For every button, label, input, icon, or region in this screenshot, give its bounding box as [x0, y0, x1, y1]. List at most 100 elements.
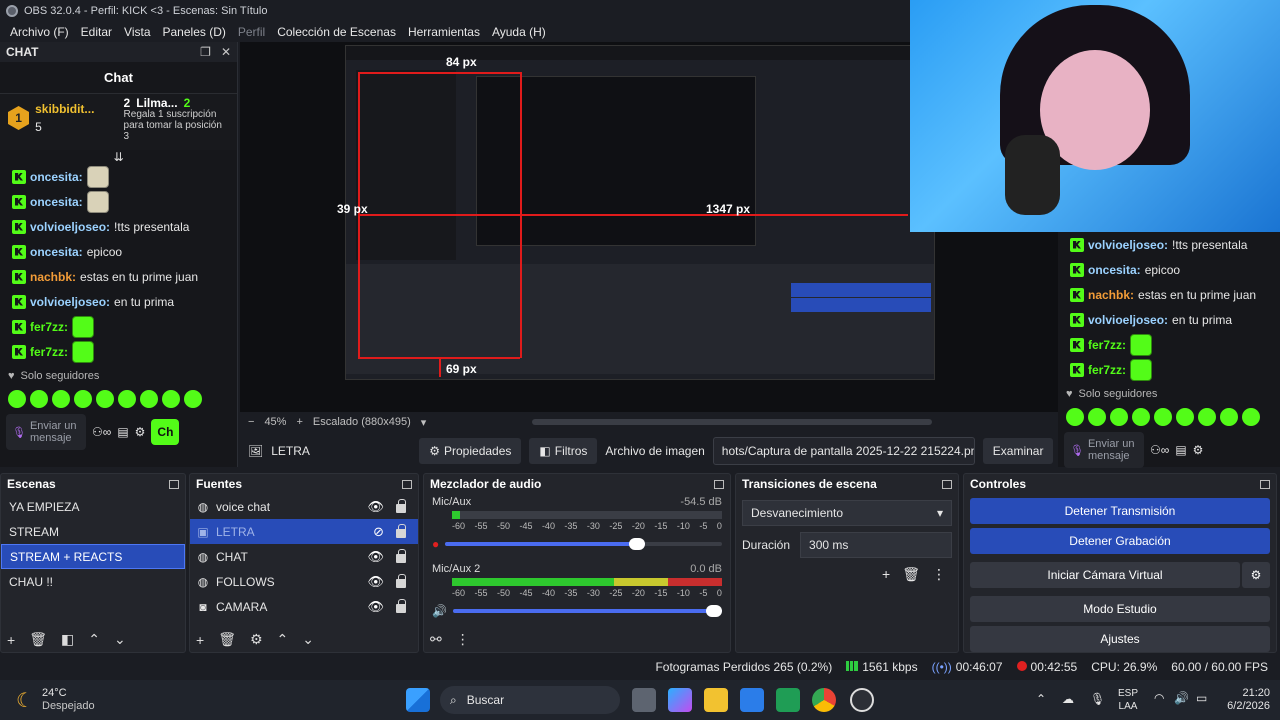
- emote-icon[interactable]: [184, 390, 202, 408]
- emote-icon[interactable]: [74, 390, 92, 408]
- trash-icon[interactable]: 🗑: [29, 631, 47, 648]
- stop-record-button[interactable]: Detener Grabación: [970, 528, 1270, 554]
- virtual-camera-button[interactable]: Iniciar Cámara Virtual: [970, 562, 1240, 588]
- scene-item[interactable]: CHAU !!: [1, 569, 185, 594]
- menu-dots-icon[interactable]: ⋮: [456, 631, 470, 648]
- wifi-icon[interactable]: ◠: [1154, 691, 1164, 705]
- emoji-icon[interactable]: ⚇∞: [92, 425, 111, 439]
- chat-username[interactable]: oncesita:: [30, 245, 83, 259]
- settings-icon[interactable]: ⚙: [135, 425, 146, 439]
- eye-icon[interactable]: 👁: [367, 599, 384, 615]
- source-item[interactable]: ◍ CHAT 👁: [190, 544, 418, 569]
- float-icon[interactable]: [169, 479, 179, 489]
- settings-button[interactable]: Ajustes: [970, 626, 1270, 652]
- task-view-icon[interactable]: [632, 688, 656, 712]
- chevron-down-icon[interactable]: ⌄: [114, 631, 126, 648]
- chat-username[interactable]: fer7zz:: [30, 345, 68, 359]
- add-icon[interactable]: +: [882, 566, 890, 583]
- volume-slider[interactable]: [452, 605, 722, 617]
- chat-username[interactable]: fer7zz:: [30, 320, 68, 334]
- store-icon[interactable]: [740, 688, 764, 712]
- source-item[interactable]: ▣ LETRA ⊘: [190, 519, 418, 544]
- menu-coleccion[interactable]: Colección de Escenas: [271, 25, 402, 39]
- source-item[interactable]: ◙ CAMARA 👁: [190, 594, 418, 619]
- store-icon[interactable]: ▤: [117, 425, 128, 439]
- menu-editar[interactable]: Editar: [75, 25, 118, 39]
- chat-send-button[interactable]: Ch: [151, 419, 180, 445]
- cloud-icon[interactable]: ☁: [1062, 692, 1074, 706]
- scroll-down-icon[interactable]: ⇊: [0, 150, 237, 164]
- image-path-field[interactable]: hots/Captura de pantalla 2025-12-22 2152…: [712, 437, 975, 465]
- eye-icon[interactable]: 👁: [367, 574, 384, 590]
- chevron-up-icon[interactable]: ⌃: [277, 631, 289, 648]
- stop-stream-button[interactable]: Detener Transmisión: [970, 498, 1270, 524]
- chat-username[interactable]: volvioeljoseo:: [1088, 238, 1168, 252]
- zoom-in-button[interactable]: +: [296, 416, 302, 428]
- scaling-dropdown-icon[interactable]: ▾: [421, 416, 427, 429]
- float-icon[interactable]: ❐: [200, 45, 211, 59]
- chat-username[interactable]: volvioeljoseo:: [30, 295, 110, 309]
- copilot-icon[interactable]: [668, 688, 692, 712]
- scene-item[interactable]: STREAM + REACTS: [1, 544, 185, 569]
- spreadsheet-icon[interactable]: [776, 688, 800, 712]
- lock-icon[interactable]: [396, 574, 406, 588]
- chat-username[interactable]: oncesita:: [30, 170, 83, 184]
- eye-icon[interactable]: 👁: [367, 549, 384, 565]
- lock-icon[interactable]: [396, 599, 406, 613]
- chat-username[interactable]: oncesita:: [30, 195, 83, 209]
- filter-icon[interactable]: ◧: [61, 631, 74, 648]
- muted-icon[interactable]: ●: [432, 537, 439, 551]
- chat-username[interactable]: nachbk:: [1088, 288, 1134, 302]
- browse-button[interactable]: Examinar: [982, 438, 1054, 464]
- menu-dots-icon[interactable]: ⋮: [932, 566, 946, 583]
- menu-archivo[interactable]: Archivo (F): [4, 25, 75, 39]
- chevron-down-icon[interactable]: ⌄: [302, 631, 314, 648]
- virtual-camera-settings-button[interactable]: ⚙: [1242, 562, 1270, 588]
- chat-username[interactable]: volvioeljoseo:: [30, 220, 110, 234]
- preview-scrollbar[interactable]: [532, 419, 932, 425]
- menu-paneles[interactable]: Paneles (D): [157, 25, 232, 39]
- filters-button[interactable]: ◧ Filtros: [529, 438, 598, 464]
- lock-icon[interactable]: [396, 549, 406, 563]
- chrome-icon[interactable]: [812, 688, 836, 712]
- chat-username[interactable]: fer7zz:: [1088, 363, 1126, 377]
- close-icon[interactable]: ✕: [221, 45, 231, 59]
- scene-item[interactable]: YA EMPIEZA: [1, 494, 185, 519]
- studio-mode-button[interactable]: Modo Estudio: [970, 596, 1270, 622]
- obs-taskbar-icon[interactable]: [850, 688, 874, 712]
- volume-knob[interactable]: [706, 605, 722, 617]
- lock-icon[interactable]: [396, 499, 406, 513]
- scene-item[interactable]: STREAM: [1, 519, 185, 544]
- zoom-out-button[interactable]: −: [248, 416, 254, 428]
- properties-button[interactable]: ⚙ Propiedades: [419, 438, 522, 464]
- eye-icon[interactable]: 👁: [367, 499, 384, 515]
- volume-slider[interactable]: [445, 538, 722, 550]
- menu-herramientas[interactable]: Herramientas: [402, 25, 486, 39]
- gear-icon[interactable]: ⚙: [250, 631, 263, 648]
- mic-icon[interactable]: 🎙: [1090, 692, 1105, 706]
- menu-ayuda[interactable]: Ayuda (H): [486, 25, 552, 39]
- link-icon[interactable]: ⚯: [430, 631, 442, 648]
- chat-username[interactable]: nachbk:: [30, 270, 76, 284]
- emote-icon[interactable]: [162, 390, 180, 408]
- battery-icon[interactable]: ▭: [1196, 691, 1207, 705]
- emote-icon[interactable]: [96, 390, 114, 408]
- lock-icon[interactable]: [396, 524, 406, 538]
- speaker-icon[interactable]: 🔊: [432, 604, 447, 618]
- emote-icon[interactable]: [30, 390, 48, 408]
- float-icon[interactable]: [1260, 479, 1270, 489]
- chat-username[interactable]: fer7zz:: [1088, 338, 1126, 352]
- eye-off-icon[interactable]: ⊘: [373, 524, 384, 540]
- tray-chevron-icon[interactable]: ⌃: [1036, 692, 1046, 706]
- transition-select[interactable]: Desvanecimiento ▾: [742, 500, 952, 526]
- trash-icon[interactable]: 🗑: [218, 631, 236, 648]
- add-icon[interactable]: +: [196, 632, 204, 648]
- chat-username[interactable]: oncesita:: [1088, 263, 1141, 277]
- emote-icon[interactable]: [8, 390, 26, 408]
- emote-icon[interactable]: [52, 390, 70, 408]
- file-explorer-icon[interactable]: [704, 688, 728, 712]
- volume-icon[interactable]: 🔊: [1174, 691, 1189, 705]
- source-item[interactable]: ◍ FOLLOWS 👁: [190, 569, 418, 594]
- taskbar-search[interactable]: ⌕ Buscar: [440, 686, 620, 714]
- menu-vista[interactable]: Vista: [118, 25, 156, 39]
